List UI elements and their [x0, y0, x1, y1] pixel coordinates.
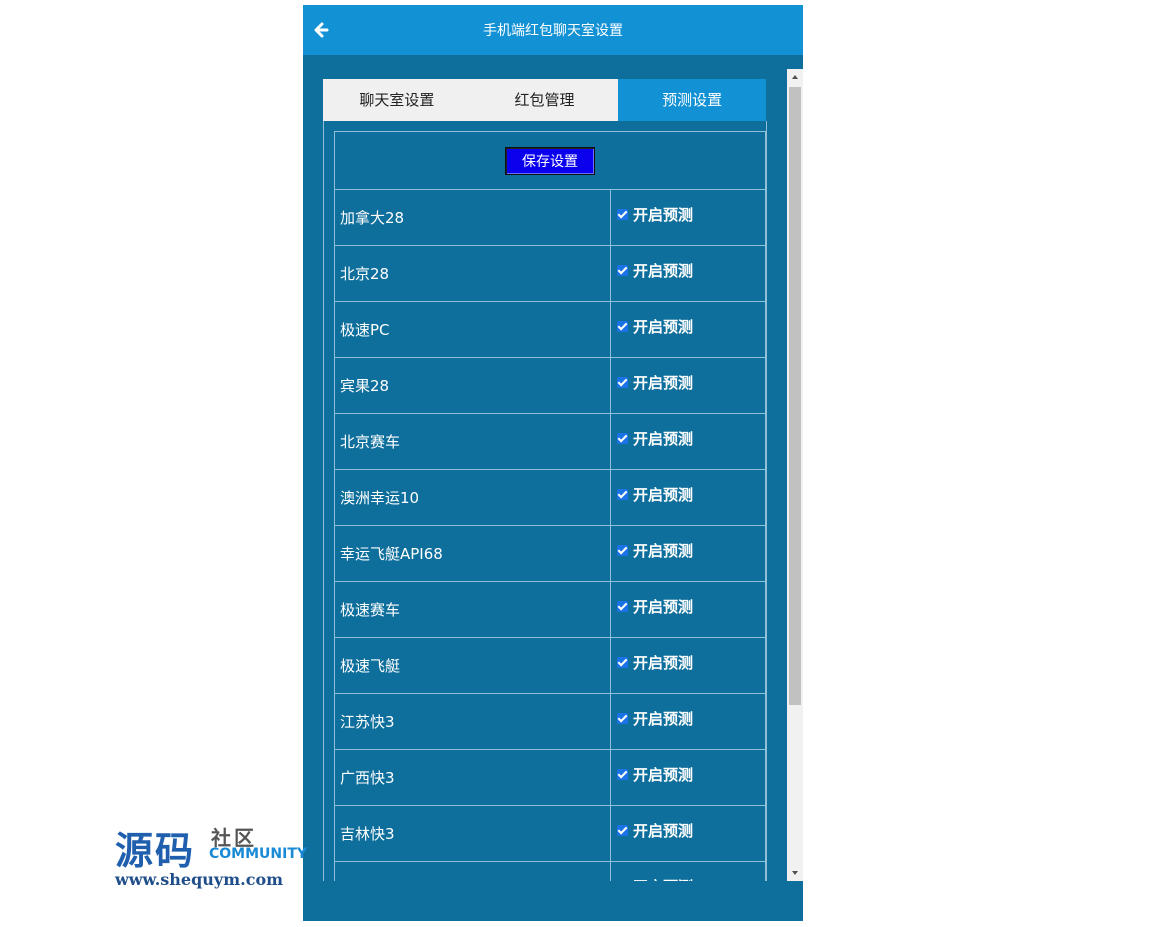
enable-prediction-toggle[interactable]: 开启预测 [617, 204, 693, 225]
enable-prediction-label: 开启预测 [633, 486, 694, 504]
checkbox-checked-icon[interactable] [617, 321, 628, 332]
prediction-option-cell: 开启预测 [610, 357, 766, 414]
tab-redpacket-management[interactable]: 红包管理 [470, 79, 619, 121]
watermark-url: www.shequym.com [115, 870, 284, 889]
table-row: 开启预测 [334, 861, 766, 881]
prediction-option-cell: 开启预测 [610, 749, 766, 806]
enable-prediction-label: 开启预测 [633, 374, 694, 392]
save-cell: 保存设置 [334, 131, 766, 190]
lottery-name: 吉林快3 [334, 805, 611, 862]
enable-prediction-label: 开启预测 [633, 206, 694, 224]
prediction-option-cell: 开启预测 [610, 413, 766, 470]
header-bar: 手机端红包聊天室设置 [303, 5, 803, 55]
lottery-name: 幸运飞艇API68 [334, 525, 611, 582]
checkbox-checked-icon[interactable] [617, 657, 628, 668]
tab-prediction-settings[interactable]: 预测设置 [618, 79, 767, 121]
enable-prediction-label: 开启预测 [633, 542, 694, 560]
checkbox-checked-icon[interactable] [617, 769, 628, 780]
enable-prediction-label: 开启预测 [633, 430, 694, 448]
watermark-big-text: 源码 [115, 828, 196, 873]
prediction-option-cell: 开启预测 [610, 637, 766, 694]
enable-prediction-label: 开启预测 [633, 598, 694, 616]
scrollbar-thumb[interactable] [789, 87, 801, 705]
prediction-option-cell: 开启预测 [610, 805, 766, 862]
enable-prediction-label: 开启预测 [633, 262, 694, 280]
page-title: 手机端红包聊天室设置 [483, 23, 623, 39]
scroll-down-arrow-icon[interactable] [787, 865, 803, 881]
watermark-logo: 源码 社区 COMMUNITY www.shequym.com [115, 820, 315, 895]
lottery-name: 北京赛车 [334, 413, 611, 470]
table-row: 极速赛车 开启预测 [334, 581, 766, 638]
lottery-name: 极速PC [334, 301, 611, 358]
enable-prediction-toggle[interactable]: 开启预测 [617, 596, 693, 617]
table-row: 北京28 开启预测 [334, 245, 766, 302]
prediction-option-cell: 开启预测 [610, 861, 766, 881]
prediction-settings-panel: 保存设置 加拿大28 开启预测 北京28 开启预测 极速PC 开启预测 宾果28 开启预测 北京… [323, 121, 767, 881]
table-row: 宾果28 开启预测 [334, 357, 766, 414]
checkbox-checked-icon[interactable] [617, 377, 628, 388]
enable-prediction-toggle[interactable]: 开启预测 [617, 260, 693, 281]
prediction-option-cell: 开启预测 [610, 525, 766, 582]
tab-chatroom-settings[interactable]: 聊天室设置 [323, 79, 471, 121]
enable-prediction-toggle[interactable]: 开启预测 [617, 820, 693, 841]
checkbox-checked-icon[interactable] [617, 265, 628, 276]
checkbox-checked-icon[interactable] [617, 545, 628, 556]
enable-prediction-label: 开启预测 [633, 822, 694, 840]
table-row: 广西快3 开启预测 [334, 749, 766, 806]
mobile-frame: 手机端红包聊天室设置 聊天室设置 红包管理 预测设置 保存设置 加拿大28 开启预… [303, 5, 803, 921]
table-row: 澳洲幸运10 开启预测 [334, 469, 766, 526]
enable-prediction-label: 开启预测 [633, 876, 693, 881]
checkbox-checked-icon[interactable] [617, 433, 628, 444]
tab-bar: 聊天室设置 红包管理 预测设置 [323, 79, 767, 121]
table-row: 保存设置 [334, 131, 766, 190]
enable-prediction-toggle[interactable]: 开启预测 [617, 764, 693, 785]
prediction-option-cell: 开启预测 [610, 693, 766, 750]
checkbox-checked-icon[interactable] [617, 601, 628, 612]
lottery-name: 江苏快3 [334, 693, 611, 750]
checkbox-checked-icon[interactable] [617, 825, 628, 836]
prediction-option-cell: 开启预测 [610, 581, 766, 638]
enable-prediction-toggle[interactable]: 开启预测 [617, 484, 693, 505]
enable-prediction-toggle[interactable]: 开启预测 [617, 372, 693, 393]
enable-prediction-toggle[interactable]: 开启预测 [617, 708, 693, 729]
prediction-option-cell: 开启预测 [610, 301, 766, 358]
enable-prediction-label: 开启预测 [633, 710, 694, 728]
enable-prediction-toggle[interactable]: 开启预测 [617, 316, 693, 337]
lottery-name: 极速赛车 [334, 581, 611, 638]
lottery-name: 广西快3 [334, 749, 611, 806]
enable-prediction-toggle[interactable]: 开启预测 [617, 652, 693, 673]
lottery-name: 宾果28 [334, 357, 611, 414]
save-button[interactable]: 保存设置 [505, 146, 595, 175]
enable-prediction-label: 开启预测 [633, 766, 694, 784]
checkbox-checked-icon[interactable] [617, 713, 628, 724]
watermark-community-text: COMMUNITY [209, 846, 308, 862]
table-row: 加拿大28 开启预测 [334, 189, 766, 246]
enable-prediction-toggle[interactable]: 开启预测 [617, 540, 693, 561]
prediction-option-cell: 开启预测 [610, 189, 766, 246]
table-row: 极速PC 开启预测 [334, 301, 766, 358]
table-row: 极速飞艇 开启预测 [334, 637, 766, 694]
checkbox-checked-icon[interactable] [617, 489, 628, 500]
scroll-up-arrow-icon[interactable] [787, 69, 803, 85]
prediction-table: 保存设置 加拿大28 开启预测 北京28 开启预测 极速PC 开启预测 宾果28 开启预测 北京… [334, 131, 766, 881]
lottery-name: 澳洲幸运10 [334, 469, 611, 526]
lottery-name [334, 861, 611, 881]
prediction-option-cell: 开启预测 [610, 245, 766, 302]
settings-scroll-area[interactable]: 聊天室设置 红包管理 预测设置 保存设置 加拿大28 开启预测 北京28 开启预测 极速… [303, 69, 803, 881]
prediction-option-cell: 开启预测 [610, 469, 766, 526]
lottery-name: 极速飞艇 [334, 637, 611, 694]
enable-prediction-toggle[interactable]: 开启预测 [617, 428, 693, 449]
vertical-scrollbar[interactable] [787, 69, 803, 881]
lottery-name: 加拿大28 [334, 189, 611, 246]
enable-prediction-label: 开启预测 [633, 318, 694, 336]
table-row: 幸运飞艇API68 开启预测 [334, 525, 766, 582]
checkbox-checked-icon[interactable] [617, 209, 628, 220]
enable-prediction-label: 开启预测 [633, 654, 694, 672]
enable-prediction-toggle[interactable]: 开启预测 [617, 876, 693, 881]
table-row: 北京赛车 开启预测 [334, 413, 766, 470]
table-row: 吉林快3 开启预测 [334, 805, 766, 862]
table-row: 江苏快3 开启预测 [334, 693, 766, 750]
lottery-name: 北京28 [334, 245, 611, 302]
